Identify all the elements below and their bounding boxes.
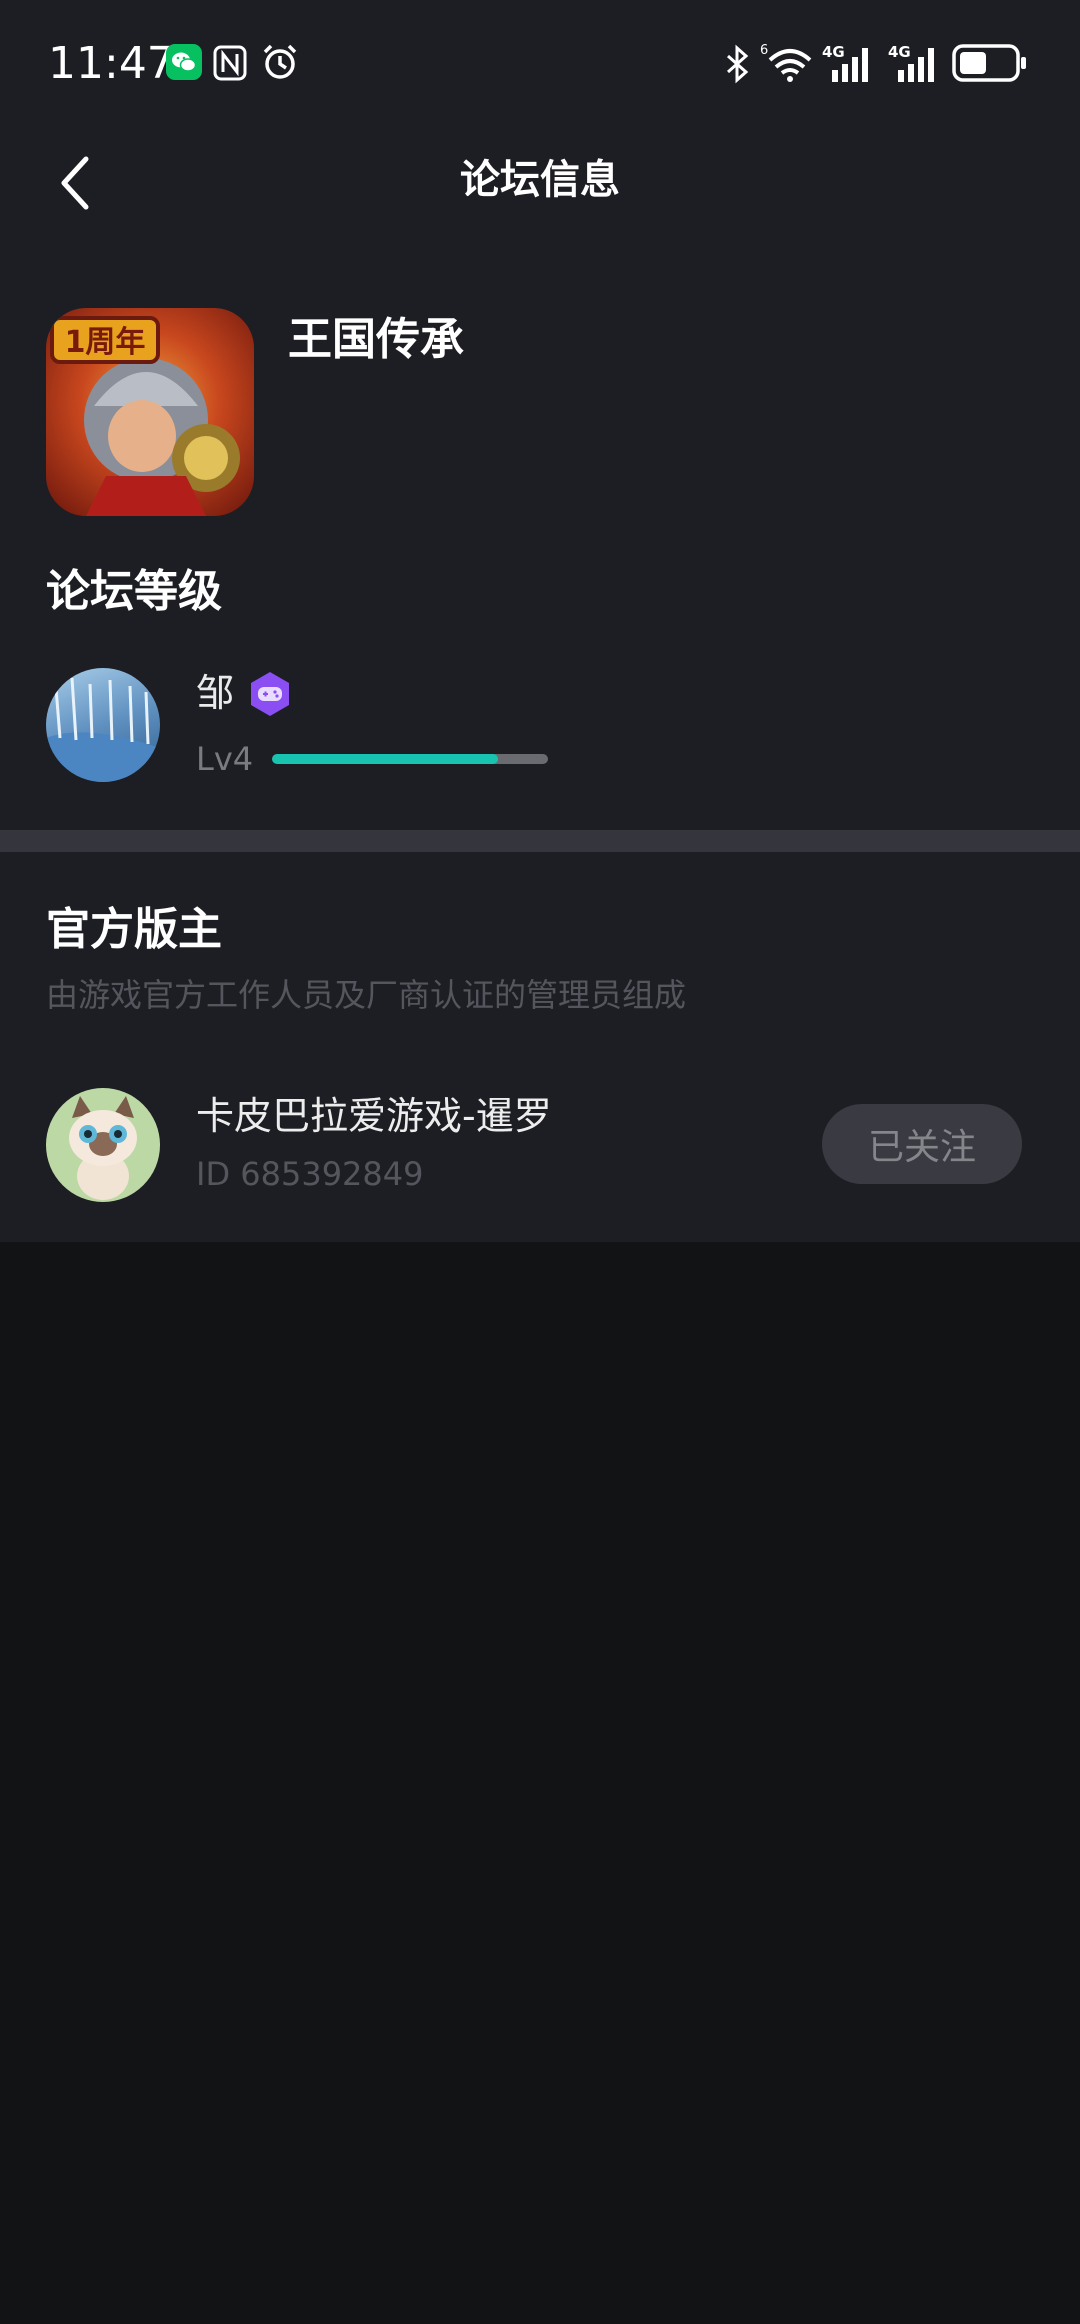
wifi-icon: 6 xyxy=(760,42,816,84)
moderators-title: 官方版主 xyxy=(46,904,222,955)
signal-4g-icon: 4G xyxy=(888,42,944,84)
bluetooth-icon xyxy=(722,44,752,84)
user-avatar[interactable] xyxy=(46,668,160,782)
level-progress-bar xyxy=(272,754,548,764)
moderator-name[interactable]: 卡皮巴拉爱游戏-暹罗 xyxy=(196,1087,552,1145)
gamepad-icon xyxy=(246,670,294,718)
wifi-badge: 6 xyxy=(760,43,768,58)
following-button[interactable]: 已关注 xyxy=(822,1104,1022,1184)
page-title: 论坛信息 xyxy=(460,157,620,203)
battery-level xyxy=(960,52,986,74)
moderator-id: ID 685392849 xyxy=(196,1155,424,1193)
status-time: 11:47 xyxy=(48,38,175,89)
user-name: 邹 xyxy=(196,671,235,715)
game-name: 王国传承 xyxy=(288,314,464,365)
signal-label: 4G xyxy=(822,43,845,61)
level-progress-fill xyxy=(272,754,498,764)
alarm-icon xyxy=(260,42,300,82)
moderator-avatar[interactable] xyxy=(46,1088,160,1202)
section-divider xyxy=(0,830,1080,852)
knight-illustration-icon: 1周年 xyxy=(50,316,240,516)
wechat-icon xyxy=(166,44,202,80)
signal-label: 4G xyxy=(888,43,911,61)
cat-avatar-image xyxy=(69,1096,137,1200)
forum-level-title: 论坛等级 xyxy=(46,566,222,617)
moderators-subtitle: 由游戏官方工作人员及厂商认证的管理员组成 xyxy=(46,976,687,1014)
nfc-icon xyxy=(212,44,248,82)
game-icon[interactable]: 1周年 xyxy=(46,308,254,516)
avatar-image xyxy=(46,677,160,782)
battery-icon xyxy=(952,44,1028,82)
signal-4g-icon: 4G xyxy=(822,42,878,84)
game-icon-badge: 1周年 xyxy=(65,325,146,360)
level-label: Lv4 xyxy=(196,740,254,778)
